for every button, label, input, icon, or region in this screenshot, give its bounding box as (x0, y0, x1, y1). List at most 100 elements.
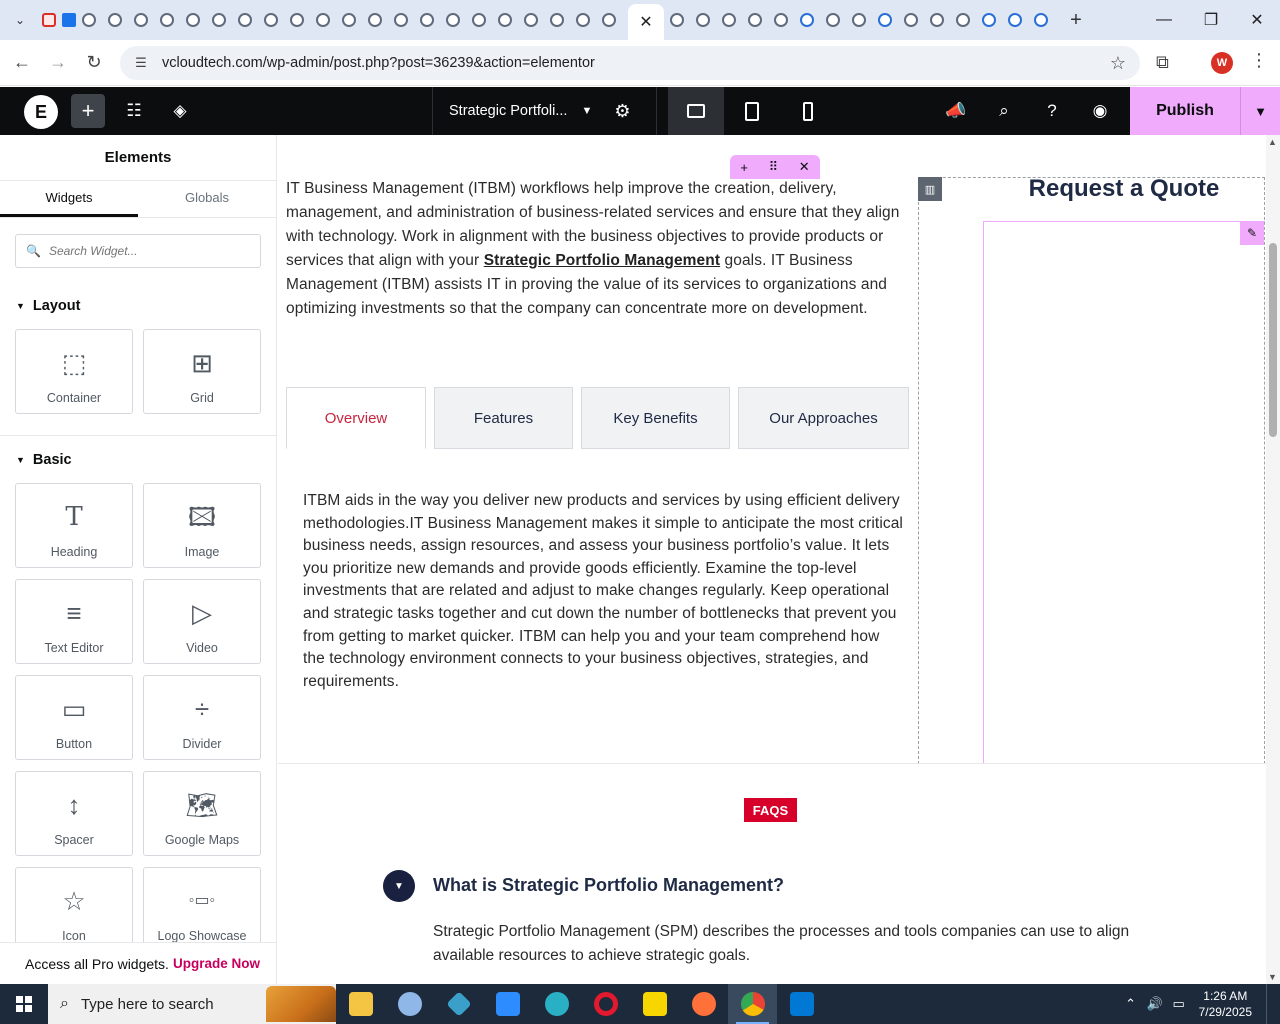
tab-favicon-icon[interactable] (982, 13, 996, 27)
page-settings-gear-icon[interactable]: ⚙ (614, 101, 630, 122)
firefox-browser-button[interactable] (679, 984, 728, 1024)
tab-favicon-icon[interactable] (42, 13, 56, 27)
vscode-button[interactable] (777, 984, 826, 1024)
show-hidden-icons-chevron-icon[interactable]: ⌃ (1119, 996, 1143, 1012)
tab-search-chevron-icon[interactable]: ⌄ (4, 4, 36, 36)
faq-question[interactable]: What is Strategic Portfolio Management? (433, 875, 784, 896)
widget-search-input[interactable] (48, 244, 249, 258)
widget-divider[interactable]: ÷ Divider (143, 675, 261, 760)
tab-favicon-icon[interactable] (62, 13, 76, 27)
tab-favicon-icon[interactable] (904, 13, 918, 27)
whats-new-megaphone-icon[interactable]: 📣 (944, 99, 968, 123)
tab-favicon-icon[interactable] (670, 13, 684, 27)
tab-favicon-icon[interactable] (524, 13, 538, 27)
opera-browser-button[interactable] (581, 984, 630, 1024)
upgrade-now-link[interactable]: Upgrade Now (173, 956, 260, 971)
profile-avatar[interactable]: W (1211, 52, 1233, 74)
widget-icon[interactable]: ☆ Icon (15, 867, 133, 952)
tab-favicon-icon[interactable] (420, 13, 434, 27)
tab-favicon-icon[interactable] (498, 13, 512, 27)
basic-category-header[interactable]: ▼ Basic (16, 452, 276, 468)
widget-grid[interactable]: ⊞ Grid (143, 329, 261, 414)
tab-overview[interactable]: Overview (286, 387, 426, 449)
tab-favicon-icon[interactable] (956, 13, 970, 27)
intro-paragraph[interactable]: IT Business Management (ITBM) workflows … (286, 177, 906, 321)
tab-favicon-icon[interactable] (878, 13, 892, 27)
request-quote-heading[interactable]: Request a Quote (984, 175, 1264, 203)
back-arrow-icon[interactable]: ← (4, 45, 40, 81)
sticky-notes-button[interactable] (630, 984, 679, 1024)
address-bar[interactable]: ☰ vcloudtech.com/wp-admin/post.php?post=… (120, 46, 1140, 80)
column-handle-icon[interactable]: ▥ (918, 177, 942, 201)
zoom-app-button[interactable] (483, 984, 532, 1024)
widget-search-box[interactable]: 🔍 (15, 234, 261, 268)
tab-favicon-icon[interactable] (576, 13, 590, 27)
tab-favicon-icon[interactable] (472, 13, 486, 27)
tab-favicon-icon[interactable] (826, 13, 840, 27)
tab-favicon-icon[interactable] (160, 13, 174, 27)
elementor-logo-button[interactable]: E (24, 95, 58, 129)
tab-favicon-icon[interactable] (82, 13, 96, 27)
quote-form-widget[interactable] (983, 221, 1265, 764)
tab-favicon-icon[interactable] (774, 13, 788, 27)
tab-favicon-icon[interactable] (342, 13, 356, 27)
widget-image[interactable]: 🖾 Image (143, 483, 261, 568)
structure-layers-icon[interactable]: ◈ (168, 99, 192, 123)
paint-app-button[interactable] (385, 984, 434, 1024)
widget-logo-showcase[interactable]: ◦▭◦ Logo Showcase Ultimate (143, 867, 261, 956)
add-element-button[interactable]: + (71, 94, 105, 128)
scroll-down-arrow-icon[interactable]: ▼ (1268, 972, 1277, 982)
close-window-button[interactable]: ✕ (1234, 0, 1280, 40)
layout-category-header[interactable]: ▼ Layout (16, 298, 276, 314)
edge-browser-button[interactable] (532, 984, 581, 1024)
document-settings-dropdown[interactable]: Strategic Portfoli... ▼ ⚙ (432, 87, 657, 135)
tab-favicon-icon[interactable] (134, 13, 148, 27)
mobile-view-button[interactable] (780, 87, 836, 135)
delete-section-close-icon[interactable]: ✕ (799, 159, 810, 175)
tab-globals[interactable]: Globals (138, 181, 276, 217)
volume-icon[interactable]: 🔊 (1143, 996, 1167, 1012)
widget-video[interactable]: ▷ Video (143, 579, 261, 664)
publish-options-chevron-icon[interactable]: ▼ (1240, 87, 1280, 135)
faqs-badge[interactable]: FAQS (744, 798, 797, 822)
tab-favicon-icon[interactable] (1008, 13, 1022, 27)
active-tab-close-button[interactable]: ✕ (628, 4, 664, 40)
forward-arrow-icon[interactable]: → (40, 45, 76, 81)
site-settings-sliders-icon[interactable]: ☷ (122, 99, 146, 123)
tab-favicon-icon[interactable] (446, 13, 460, 27)
tab-favicon-icon[interactable] (290, 13, 304, 27)
restore-window-button[interactable]: ❐ (1188, 0, 1234, 40)
edit-pencil-icon[interactable]: ✎ (1240, 221, 1264, 245)
app-button[interactable] (434, 984, 483, 1024)
faq-toggle-chevron-icon[interactable]: ▼ (383, 870, 415, 902)
tab-favicon-icon[interactable] (394, 13, 408, 27)
tab-favicon-icon[interactable] (550, 13, 564, 27)
widget-spacer[interactable]: ↕ Spacer (15, 771, 133, 856)
bookmark-star-icon[interactable]: ☆ (1110, 53, 1126, 74)
tab-our-approaches[interactable]: Our Approaches (738, 387, 909, 449)
add-section-plus-icon[interactable]: + (740, 160, 748, 175)
minimize-window-button[interactable]: — (1141, 0, 1187, 40)
tab-favicon-icon[interactable] (316, 13, 330, 27)
tab-favicon-icon[interactable] (852, 13, 866, 27)
section-handle[interactable]: + ⠿ ✕ (730, 155, 820, 179)
start-button[interactable] (0, 984, 48, 1024)
tab-favicon-icon[interactable] (186, 13, 200, 27)
extensions-puzzle-icon[interactable]: ⧉ (1156, 52, 1180, 76)
widget-google-maps[interactable]: 🗺 Google Maps (143, 771, 261, 856)
tab-content[interactable]: ITBM aids in the way you deliver new pro… (303, 490, 905, 693)
widget-button[interactable]: ▭ Button (15, 675, 133, 760)
preview-eye-icon[interactable]: ◉ (1088, 99, 1112, 123)
tab-favicon-icon[interactable] (264, 13, 278, 27)
site-settings-icon[interactable]: ☰ (132, 54, 150, 72)
tab-favicon-icon[interactable] (722, 13, 736, 27)
tab-widgets[interactable]: Widgets (0, 181, 138, 217)
tab-favicon-icon[interactable] (368, 13, 382, 27)
tab-favicon-icon[interactable] (748, 13, 762, 27)
new-tab-button[interactable]: + (1062, 6, 1090, 34)
file-explorer-button[interactable] (336, 984, 385, 1024)
tab-favicon-icon[interactable] (800, 13, 814, 27)
widget-container[interactable]: ⬚ Container (15, 329, 133, 414)
tab-favicon-icon[interactable] (696, 13, 710, 27)
canvas-scrollbar[interactable]: ▲ ▼ (1266, 135, 1280, 984)
